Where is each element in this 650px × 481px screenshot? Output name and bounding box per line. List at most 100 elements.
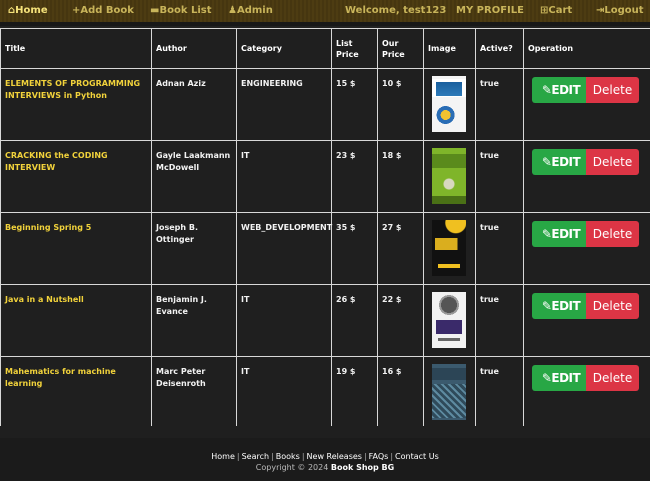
book-active-status: true xyxy=(475,284,524,357)
operation-cell: ✎EDIT Delete xyxy=(523,284,650,357)
book-active-status: true xyxy=(475,140,524,213)
operation-cell: ✎EDIT Delete xyxy=(523,140,650,213)
book-cover-image[interactable] xyxy=(432,148,466,204)
book-our-price: 22 $ xyxy=(377,284,424,357)
pencil-icon: ✎ xyxy=(541,299,552,313)
page-footer: Home | Search | Books | New Releases | FAQs | Cont… xyxy=(0,438,650,481)
footer-divider: | xyxy=(363,452,367,461)
book-image-cell xyxy=(423,212,476,285)
book-title-link[interactable]: Mahematics for machine learning xyxy=(0,356,152,426)
book-author: Gayle Laakmann McDowell xyxy=(151,140,237,213)
book-our-price: 27 $ xyxy=(377,212,424,285)
book-cover-image[interactable] xyxy=(432,76,466,132)
book-image-cell xyxy=(423,356,476,426)
footer-link-search[interactable]: Search xyxy=(242,452,269,461)
book-category: WEB_DEVELOPMENT xyxy=(236,212,332,285)
nav-logout-label: Logout xyxy=(604,5,644,16)
book-title-link[interactable]: Java in a Nutshell xyxy=(0,284,152,357)
book-author: Joseph B. Ottinger xyxy=(151,212,237,285)
delete-button[interactable]: Delete xyxy=(586,149,639,175)
table-header-row: Title Author Category List Price Our Pri… xyxy=(0,28,650,69)
table-row: Beginning Spring 5 Joseph B. Ottinger WE… xyxy=(0,212,650,285)
table-row: ELEMENTS OF PROGRAMMING INTERVIEWS in Py… xyxy=(0,68,650,141)
delete-button[interactable]: Delete xyxy=(586,77,639,103)
book-our-price: 18 $ xyxy=(377,140,424,213)
pencil-icon: ✎ xyxy=(541,371,552,385)
footer-link-home[interactable]: Home xyxy=(211,452,235,461)
footer-link-faqs[interactable]: FAQs xyxy=(369,452,389,461)
footer-link-new-releases[interactable]: New Releases xyxy=(307,452,362,461)
nav-profile-link[interactable]: MY PROFILE xyxy=(456,5,524,16)
book-title-link[interactable]: CRACKING the CODING INTERVIEW xyxy=(0,140,152,213)
top-navbar: ⌂Home +Add Book ▬Book List ♟Admin Welcom… xyxy=(0,0,650,22)
edit-button-label: EDIT xyxy=(551,83,581,97)
column-header-operation: Operation xyxy=(523,28,650,69)
edit-button[interactable]: ✎EDIT xyxy=(532,77,590,103)
book-author: Marc Peter Deisenroth xyxy=(151,356,237,426)
pencil-icon: ✎ xyxy=(541,155,552,169)
nav-home-link[interactable]: ⌂Home xyxy=(8,5,48,16)
book-title-link[interactable]: ELEMENTS OF PROGRAMMING INTERVIEWS in Py… xyxy=(0,68,152,141)
edit-button[interactable]: ✎EDIT xyxy=(532,293,590,319)
delete-button[interactable]: Delete xyxy=(586,365,639,391)
book-image-cell xyxy=(423,140,476,213)
pencil-icon: ✎ xyxy=(541,83,552,97)
nav-admin-label: Admin xyxy=(236,5,273,16)
book-author: Adnan Aziz xyxy=(151,68,237,141)
nav-add-book-link[interactable]: +Add Book xyxy=(72,5,134,16)
book-cover-image[interactable] xyxy=(432,220,466,276)
pencil-icon: ✎ xyxy=(541,227,552,241)
book-list-price: 23 $ xyxy=(331,140,378,213)
copyright-text: Copyright © 2024 xyxy=(255,463,329,472)
column-header-title: Title xyxy=(0,28,152,69)
footer-copyright: Copyright © 2024 Book Shop BG xyxy=(0,463,650,472)
book-active-status: true xyxy=(475,356,524,426)
book-list-price: 15 $ xyxy=(331,68,378,141)
book-category: IT xyxy=(236,284,332,357)
book-list-price: 26 $ xyxy=(331,284,378,357)
book-category: ENGINEERING xyxy=(236,68,332,141)
book-cover-image[interactable] xyxy=(432,364,466,420)
delete-button[interactable]: Delete xyxy=(586,221,639,247)
column-header-our-price: Our Price xyxy=(377,28,424,69)
nav-cart-label: Cart xyxy=(548,5,573,16)
nav-logout-link[interactable]: ⇥Logout xyxy=(596,5,644,16)
table-row: Mahematics for machine learning Marc Pet… xyxy=(0,356,650,426)
book-our-price: 10 $ xyxy=(377,68,424,141)
column-header-image: Image xyxy=(423,28,476,69)
nav-book-list-link[interactable]: ▬Book List xyxy=(150,5,211,16)
nav-book-list-label: Book List xyxy=(159,5,212,16)
book-active-status: true xyxy=(475,212,524,285)
welcome-text: Welcome, test123 xyxy=(345,5,447,16)
book-image-cell xyxy=(423,284,476,357)
book-list-price: 35 $ xyxy=(331,212,378,285)
edit-button-label: EDIT xyxy=(551,299,581,313)
nav-admin-link[interactable]: ♟Admin xyxy=(228,5,273,16)
edit-button[interactable]: ✎EDIT xyxy=(532,221,590,247)
table-row: Java in a Nutshell Benjamin J. Evance IT… xyxy=(0,284,650,357)
nav-cart-link[interactable]: ⊞Cart xyxy=(540,5,572,16)
footer-link-books[interactable]: Books xyxy=(276,452,300,461)
operation-cell: ✎EDIT Delete xyxy=(523,212,650,285)
book-cover-image[interactable] xyxy=(432,292,466,348)
column-header-active: Active? xyxy=(475,28,524,69)
book-image-cell xyxy=(423,68,476,141)
edit-button[interactable]: ✎EDIT xyxy=(532,149,590,175)
column-header-list-price: List Price xyxy=(331,28,378,69)
footer-link-contact-us[interactable]: Contact Us xyxy=(395,452,439,461)
edit-button[interactable]: ✎EDIT xyxy=(532,365,590,391)
column-header-author: Author xyxy=(151,28,237,69)
footer-divider: | xyxy=(271,452,274,461)
book-title-link[interactable]: Beginning Spring 5 xyxy=(0,212,152,285)
book-category: IT xyxy=(236,356,332,426)
table-row: CRACKING the CODING INTERVIEW Gayle Laak… xyxy=(0,140,650,213)
nav-separator xyxy=(0,22,650,26)
brand-name: Book Shop BG xyxy=(330,463,395,472)
book-list-price: 19 $ xyxy=(331,356,378,426)
footer-divider: | xyxy=(301,452,305,461)
operation-cell: ✎EDIT Delete xyxy=(523,68,650,141)
book-our-price: 16 $ xyxy=(377,356,424,426)
book-author: Benjamin J. Evance xyxy=(151,284,237,357)
nav-home-label: Home xyxy=(15,5,48,16)
delete-button[interactable]: Delete xyxy=(586,293,639,319)
